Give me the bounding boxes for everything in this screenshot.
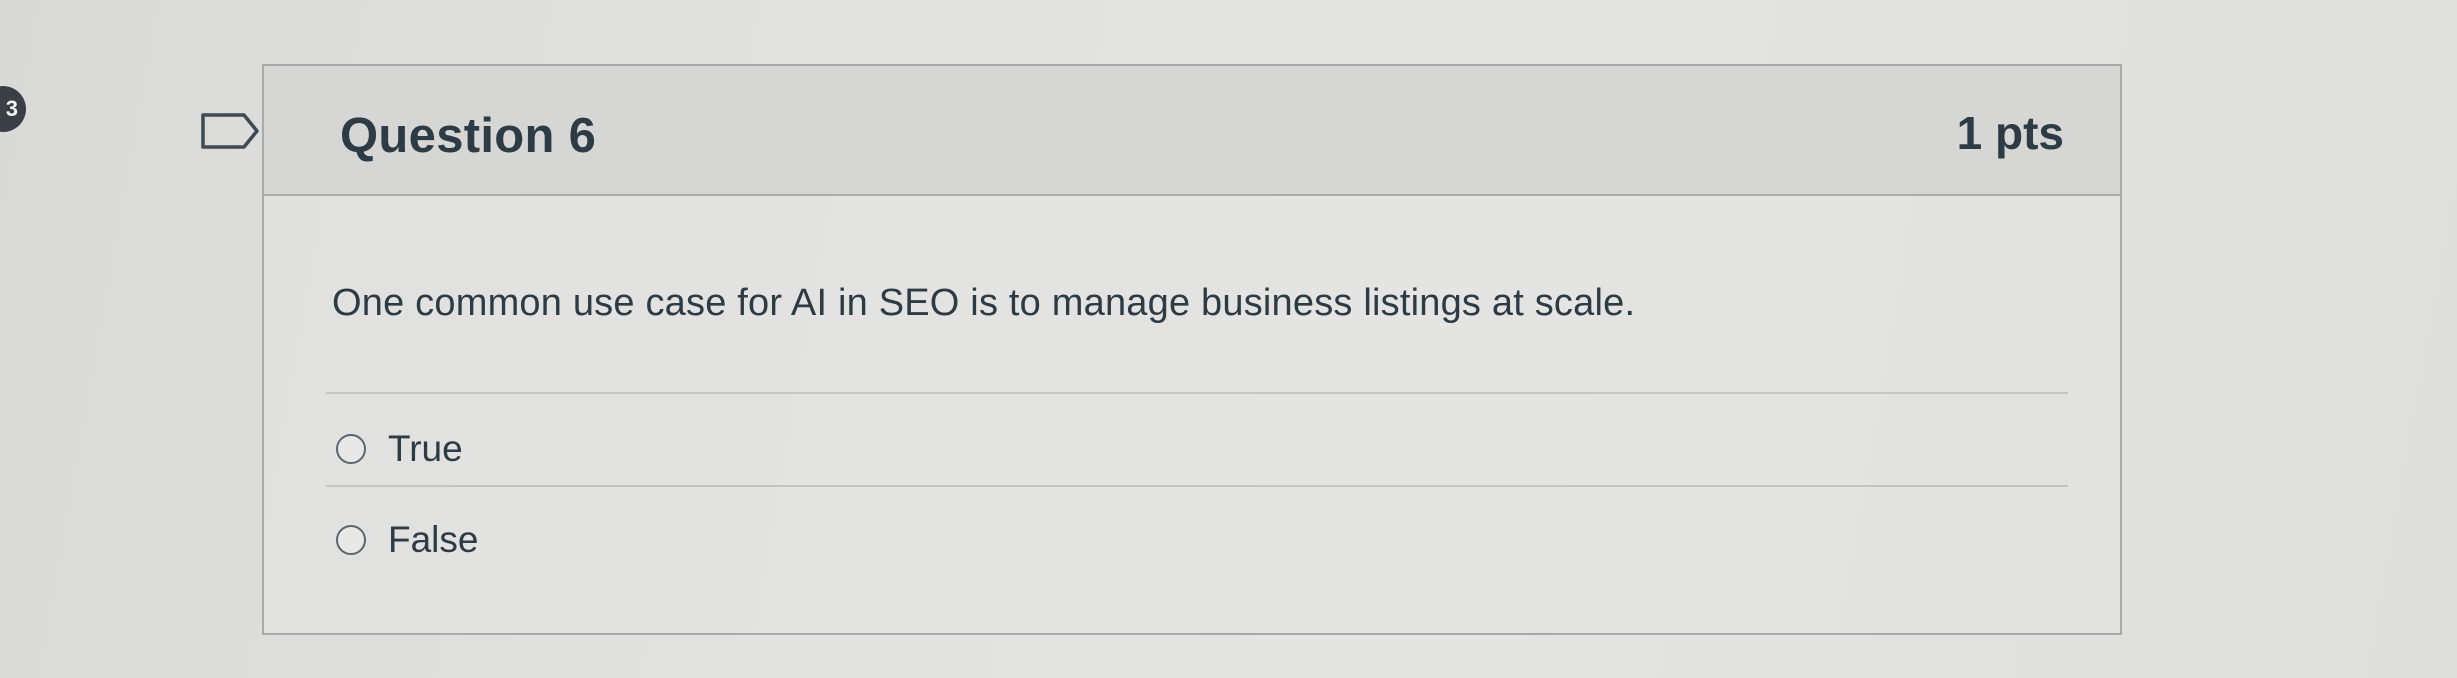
- question-header: Question 6 1 pts: [264, 66, 2120, 196]
- radio-unchecked-icon[interactable]: [336, 525, 366, 555]
- answer-divider: [326, 485, 2068, 487]
- radio-unchecked-icon[interactable]: [336, 434, 366, 464]
- answer-label: True: [388, 428, 463, 469]
- answer-label: False: [388, 519, 479, 560]
- answer-option-false[interactable]: False: [336, 519, 478, 561]
- flag-icon[interactable]: [200, 112, 260, 150]
- question-points: 1 pts: [1956, 107, 2064, 159]
- question-number-badge[interactable]: 3: [0, 86, 26, 132]
- question-card: Question 6 1 pts One common use case for…: [262, 64, 2122, 635]
- question-text: One common use case for AI in SEO is to …: [332, 282, 1636, 324]
- question-title: Question 6: [340, 109, 597, 163]
- answers-top-divider: [326, 392, 2068, 394]
- answer-option-true[interactable]: True: [336, 428, 463, 470]
